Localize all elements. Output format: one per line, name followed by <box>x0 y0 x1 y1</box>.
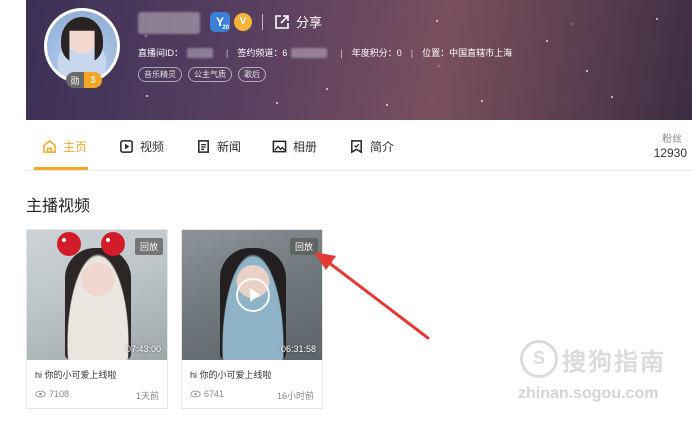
share-button[interactable]: 分享 <box>274 12 322 31</box>
tab-label: 相册 <box>293 140 318 154</box>
channel-redacted <box>291 47 328 58</box>
watermark-url: zhinan.sogou.com <box>518 385 659 402</box>
time-ago: 16小时前 <box>276 391 314 401</box>
room-id-label: 直播间ID： <box>138 48 184 58</box>
profile-nav: 主页 视频 新闻 相册 简介 粉丝 12930 <box>26 120 692 171</box>
share-icon <box>275 14 289 29</box>
tab-album[interactable]: 相册 <box>272 138 317 155</box>
meta-divider: | <box>226 47 229 58</box>
video-duration: 07:43:00 <box>125 344 161 354</box>
tab-video[interactable]: 视频 <box>119 138 164 155</box>
eye-icon <box>190 390 201 398</box>
fans-count: 12930 <box>653 146 687 160</box>
video-title[interactable]: hi 你的小可爱上线啦 <box>190 368 272 381</box>
play-icon[interactable] <box>236 278 270 312</box>
active-tab-indicator <box>34 167 88 170</box>
video-card[interactable]: 回放 07:43:00 hi 你的小可爱上线啦 7108 1天前 <box>26 229 168 409</box>
avatar-image <box>47 11 117 81</box>
channel-label: 签约频道：6 <box>237 48 288 58</box>
tab-profile[interactable]: 简介 <box>349 138 394 155</box>
sogou-watermark: S 搜狗指南 <box>520 340 666 378</box>
level-prefix: 勋 <box>70 75 80 86</box>
replay-badge: 回放 <box>289 238 318 255</box>
meta-divider: | <box>410 47 414 58</box>
video-title[interactable]: hi 你的小可爱上线啦 <box>35 368 117 381</box>
view-count-value: 7108 <box>49 389 70 399</box>
section-title: 主播视频 <box>26 198 91 215</box>
tab-label: 新闻 <box>217 140 242 154</box>
replay-badge: 回放 <box>134 238 163 255</box>
share-label: 分享 <box>296 15 323 30</box>
eye-icon <box>35 390 46 398</box>
tab-label: 主页 <box>63 140 88 154</box>
v-badge-icon: V <box>234 13 252 31</box>
y-badge-icon: Y 20 <box>210 12 230 32</box>
tab-home[interactable]: 主页 <box>42 138 87 155</box>
video-icon <box>120 140 133 153</box>
y-badge-sub: 20 <box>222 25 229 31</box>
video-card[interactable]: 回放 06:31:58 hi 你的小可爱上线啦 6741 16小时前 <box>181 229 323 409</box>
anchor-name-redacted <box>138 12 200 34</box>
location-label: 位置：中国直辖市上海 <box>422 48 513 58</box>
view-count: 7108 <box>35 389 69 399</box>
album-icon <box>272 140 287 153</box>
meta-divider: | <box>340 47 343 58</box>
watermark-logo-icon: S <box>520 340 558 378</box>
video-thumbnail[interactable]: 回放 06:31:58 <box>182 230 322 360</box>
view-count: 6741 <box>190 389 224 399</box>
fans-label: 粉丝 <box>662 134 682 145</box>
banner-sparkles <box>26 0 692 120</box>
anchor-tags: 音乐精灵 公主气质 歌后 <box>138 67 266 82</box>
tag: 歌后 <box>238 67 266 82</box>
level-badge: 勋 3 <box>66 72 102 88</box>
tag: 音乐精灵 <box>138 67 182 82</box>
news-icon <box>198 140 209 153</box>
tag: 公主气质 <box>188 67 232 82</box>
video-duration: 06:31:58 <box>280 344 316 354</box>
view-count-value: 6741 <box>204 389 225 399</box>
home-icon <box>43 139 56 153</box>
room-id-redacted <box>187 47 214 58</box>
thumbnail-person <box>65 248 131 360</box>
header-divider <box>262 14 263 30</box>
watermark-text: 搜狗指南 <box>562 348 666 376</box>
time-ago: 1天前 <box>135 391 159 401</box>
video-thumbnail[interactable]: 回放 07:43:00 <box>27 230 167 360</box>
tab-label: 简介 <box>370 140 395 154</box>
score-label: 年度积分：0 <box>351 48 402 58</box>
profile-meta: 直播间ID： | 签约频道：6 | 年度积分：0 | 位置：中国直辖市上海 <box>138 46 512 59</box>
mouse-ears-decoration <box>57 232 137 258</box>
level-number: 3 <box>84 72 102 88</box>
tab-label: 视频 <box>140 140 165 154</box>
tab-news[interactable]: 新闻 <box>196 138 241 155</box>
profile-banner: 勋 3 Y 20 V 分享 直播间ID： | 签约频道：6 | 年度积分：0 | … <box>26 0 692 120</box>
profile-icon <box>351 140 362 154</box>
